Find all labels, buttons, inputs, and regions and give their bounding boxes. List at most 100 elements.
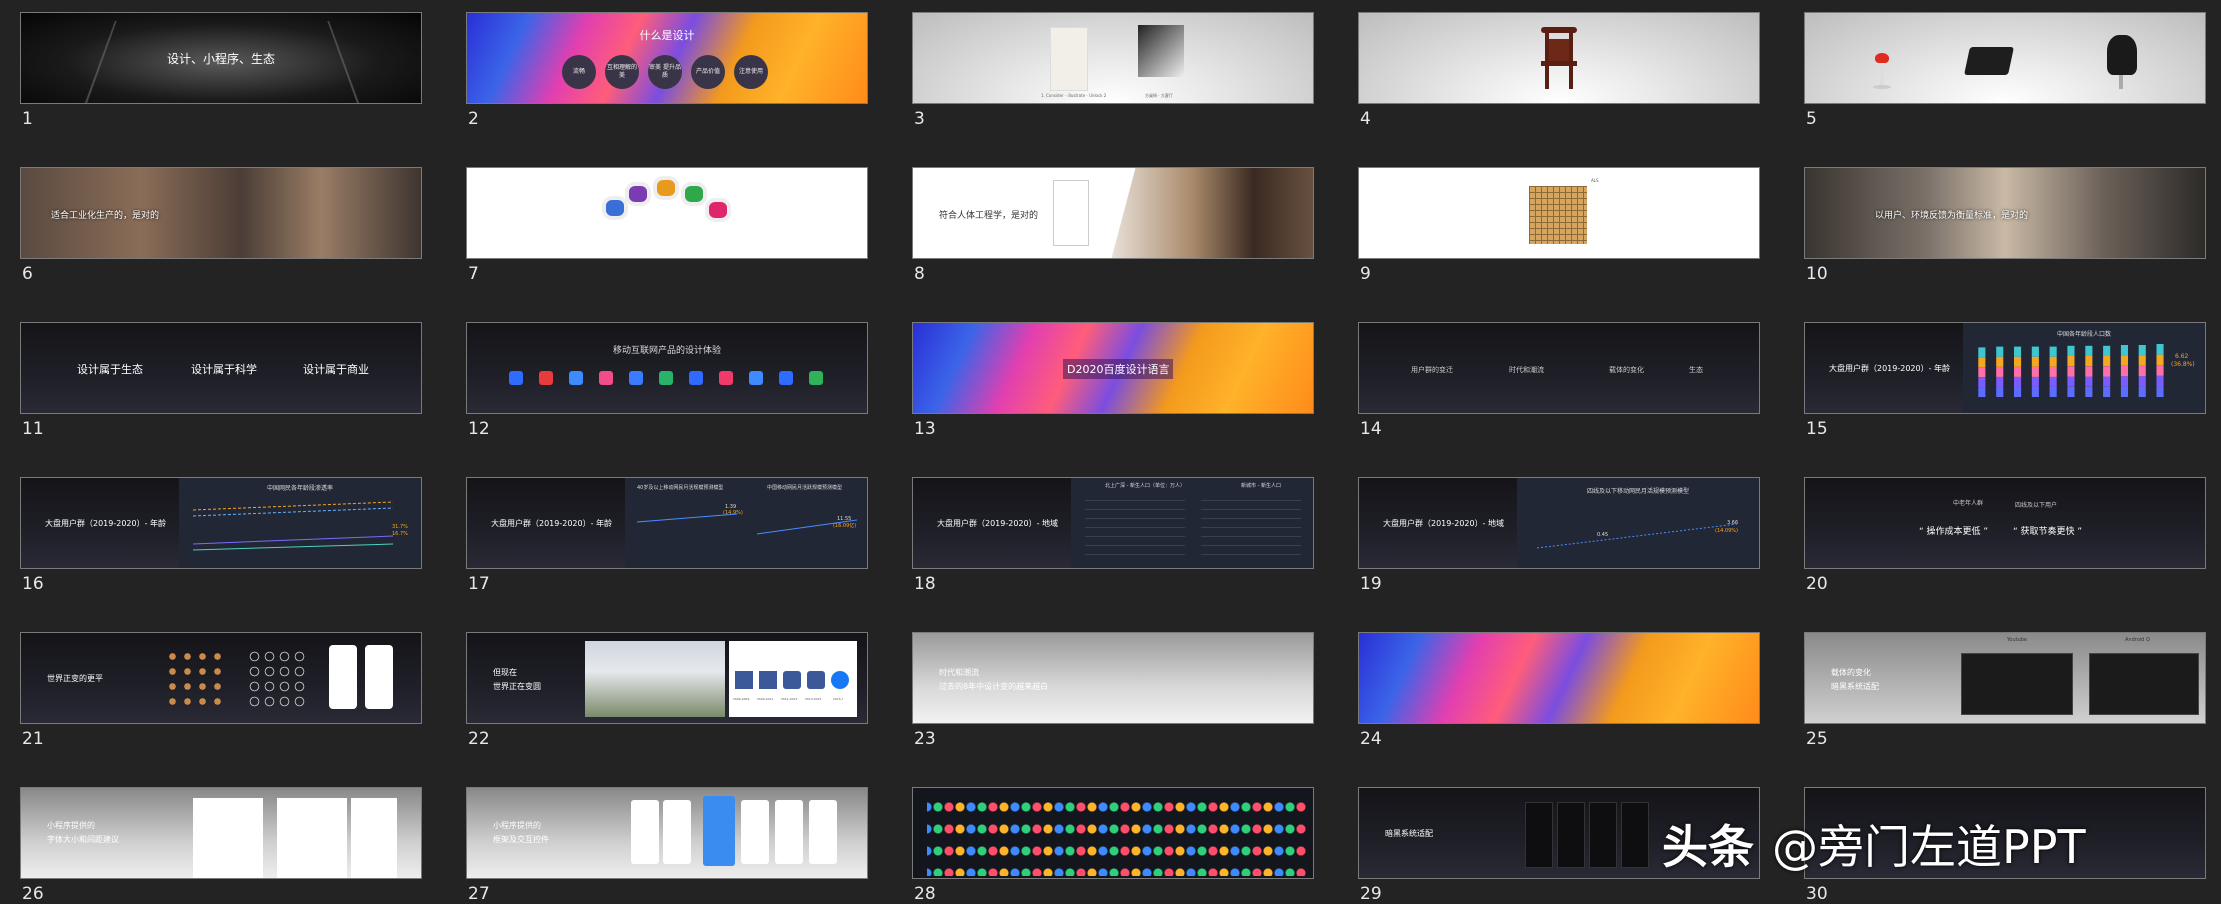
slide-1-preview[interactable]: 设计、小程序、生态 bbox=[20, 12, 422, 104]
imac-purple-image bbox=[625, 182, 651, 206]
bar-segment bbox=[2085, 386, 2093, 397]
facebook-icon bbox=[783, 671, 801, 689]
slide-7-preview[interactable] bbox=[466, 167, 868, 259]
chart-panel: 四线及以下移动网民月活规模预测模型 0.45 3.66 (14.09%) bbox=[1517, 478, 1759, 568]
slide-2-preview[interactable]: 什么是设计 流畅 互相理解的美 审美 提升品质 产品价值 注意使用 bbox=[466, 12, 868, 104]
app-icon bbox=[569, 371, 583, 385]
slide-13-preview[interactable]: D2020百度设计语言 bbox=[912, 322, 1314, 414]
label-youtube: Youtube bbox=[2007, 637, 2027, 643]
app-icon bbox=[539, 371, 553, 385]
slide-number: 10 bbox=[1806, 264, 1828, 284]
slide-3-preview[interactable]: 1. Consider · illustrate · Unlock 2 方桌椅 … bbox=[912, 12, 1314, 104]
slide-26-preview[interactable]: 小程序提供的 字体大小和间距建议 bbox=[20, 787, 422, 879]
skeuomorphic-icons bbox=[165, 649, 227, 709]
population-bar-chart bbox=[1978, 344, 2164, 397]
slide-12-preview[interactable]: 移动互联网产品的设计体验 bbox=[466, 322, 868, 414]
slide-number: 26 bbox=[22, 884, 44, 904]
slide-6-preview[interactable]: 适合工业化生产的，是对的 bbox=[20, 167, 422, 259]
slide-20-preview[interactable]: 中老年人群 四线及以下用户 “ 操作成本更低 ” “ 获取节奏更快 ” bbox=[1804, 477, 2206, 569]
chart-right-title: 新城市 - 新生人口 bbox=[1241, 483, 1281, 489]
dark-phone-mockup bbox=[1525, 802, 1553, 868]
slide-17-preview[interactable]: 大盘用户群（2019-2020）- 年龄 40岁及以上移动网民月活规模预测模型 … bbox=[466, 477, 868, 569]
barcelona-chair-image bbox=[1964, 47, 2014, 75]
bar-segment bbox=[2085, 356, 2093, 367]
facebook-logos-panel: 2006-2009 2009-2011 2011-2013 2013-2015 … bbox=[729, 641, 857, 717]
year-label: 2009-2011 bbox=[757, 697, 774, 701]
bubble-3: 审美 提升品质 bbox=[648, 55, 682, 89]
slide-24-preview[interactable] bbox=[1358, 632, 1760, 724]
slide-number: 19 bbox=[1360, 574, 1382, 594]
item-carrier: 载体的变化 bbox=[1609, 366, 1644, 374]
year-label: 2013-2015 bbox=[805, 697, 822, 701]
slide-8-preview[interactable]: 符合人体工程学，是对的 bbox=[912, 167, 1314, 259]
slide-number: 7 bbox=[468, 264, 479, 284]
slide-number: 12 bbox=[468, 419, 490, 439]
bar-segment bbox=[1996, 376, 2004, 387]
slide-number: 3 bbox=[914, 109, 925, 129]
line-2: 框架及交互控件 bbox=[493, 835, 549, 844]
value-1: 0.45 bbox=[1597, 532, 1609, 538]
photo-image bbox=[1138, 25, 1184, 77]
slide-9-preview[interactable]: ALS bbox=[1358, 167, 1760, 259]
slide-14-preview[interactable]: 用户群的变迁 时代和潮流 载体的变化 生态 bbox=[1358, 322, 1760, 414]
app-icon bbox=[689, 371, 703, 385]
slide-23-preview[interactable]: 时代和潮流 过去的8年中设计变的越来越白 bbox=[912, 632, 1314, 724]
bar-segment bbox=[2049, 386, 2057, 397]
slide-18-title: 大盘用户群（2019-2020）- 地域 bbox=[937, 519, 1059, 528]
phone-mockup-1 bbox=[329, 645, 357, 709]
line-2: 暗黑系统适配 bbox=[1831, 682, 1879, 691]
slide-16-preview[interactable]: 大盘用户群（2019-2020）- 年龄 中国网民各年龄段渗透率 31.7% 1… bbox=[20, 477, 422, 569]
bar-segment bbox=[2156, 386, 2164, 397]
app-icon bbox=[749, 371, 763, 385]
slide-19-title: 大盘用户群（2019-2020）- 地域 bbox=[1383, 519, 1505, 528]
slide-27-preview[interactable]: 小程序提供的 框架及交互控件 bbox=[466, 787, 868, 879]
slide-12-title: 移动互联网产品的设计体验 bbox=[612, 346, 721, 356]
slide-21-title: 世界正变的更平 bbox=[47, 674, 103, 683]
slide-number: 9 bbox=[1360, 264, 1371, 284]
cabin-photo bbox=[1111, 168, 1313, 258]
slide-19-preview[interactable]: 大盘用户群（2019-2020）- 地域 四线及以下移动网民月活规模预测模型 0… bbox=[1358, 477, 1760, 569]
slide-22-preview[interactable]: 但现在 世界正在变圆 2006-2009 2009-2011 2011-2013… bbox=[466, 632, 868, 724]
slide-15-preview[interactable]: 大盘用户群（2019-2020）- 年龄 中国各年龄段人口数 6.62 (36.… bbox=[1804, 322, 2206, 414]
slide-11-preview[interactable]: 设计属于生态 设计属于科学 设计属于商业 bbox=[20, 322, 422, 414]
slide-25-preview[interactable]: 载体的变化 暗黑系统适配 Youtube Android Q bbox=[1804, 632, 2206, 724]
tulip-chair-image bbox=[1875, 53, 1889, 63]
bar-segment bbox=[2031, 366, 2039, 377]
bar-segment bbox=[1996, 346, 2004, 357]
slide-number: 11 bbox=[22, 419, 44, 439]
slide-number: 24 bbox=[1360, 729, 1382, 749]
bar-segment bbox=[2103, 366, 2111, 377]
slide-4-preview[interactable] bbox=[1358, 12, 1760, 104]
phone-mockup-2 bbox=[365, 645, 393, 709]
slide-number: 27 bbox=[468, 884, 490, 904]
region-table-right bbox=[1201, 500, 1301, 560]
slide-10-preview[interactable]: 以用户、环境反馈为衡量标准，是对的 bbox=[1804, 167, 2206, 259]
slide-sorter-grid: 设计、小程序、生态 1 什么是设计 流畅 互相理解的美 审美 提升品质 产品价值… bbox=[0, 0, 2221, 904]
app-icon bbox=[779, 371, 793, 385]
line-1: 小程序提供的 bbox=[47, 821, 95, 830]
slide-8-title: 符合人体工程学，是对的 bbox=[939, 211, 1039, 221]
slide-21-preview[interactable]: 世界正变的更平 bbox=[20, 632, 422, 724]
slide-18-preview[interactable]: 大盘用户群（2019-2020）- 地域 北上广深 - 新生人口（单位：万人） … bbox=[912, 477, 1314, 569]
slide-number: 28 bbox=[914, 884, 936, 904]
bar-segment bbox=[2067, 386, 2075, 397]
bar-segment bbox=[2014, 386, 2022, 397]
ergonomic-sketch bbox=[1053, 180, 1089, 246]
line-1: 但现在 bbox=[493, 668, 517, 677]
item-trend: 时代和潮流 bbox=[1509, 366, 1544, 374]
slide-number: 23 bbox=[914, 729, 936, 749]
year-label: 2011-2013 bbox=[781, 697, 798, 701]
imac-green-image bbox=[681, 182, 707, 206]
slide-number: 2 bbox=[468, 109, 479, 129]
facebook-icon bbox=[807, 671, 825, 689]
slide-number: 20 bbox=[1806, 574, 1828, 594]
guideline-card-2 bbox=[277, 798, 347, 878]
value-3: (14.09%) bbox=[1715, 528, 1738, 534]
dark-phone-mockup bbox=[1589, 802, 1617, 868]
slide-28-preview[interactable] bbox=[912, 787, 1314, 879]
bar-segment bbox=[1978, 347, 1986, 358]
chart-left-title: 北上广深 - 新生人口（单位：万人） bbox=[1105, 483, 1185, 489]
bar-segment bbox=[2103, 386, 2111, 397]
slide-5-preview[interactable] bbox=[1804, 12, 2206, 104]
item-science: 设计属于科学 bbox=[191, 363, 257, 376]
